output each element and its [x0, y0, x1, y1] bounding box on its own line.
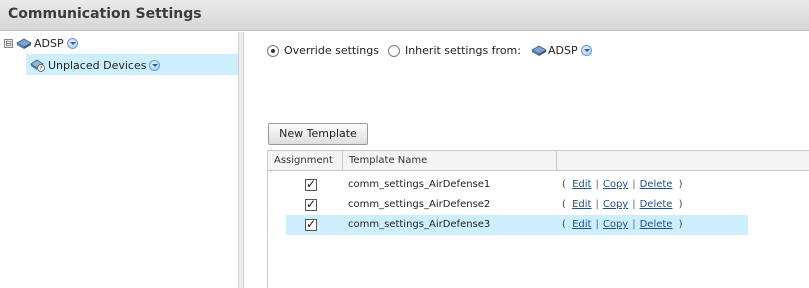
separator: | — [632, 199, 636, 210]
edit-link[interactable]: Edit — [572, 179, 591, 190]
tree-node-label: Unplaced Devices — [48, 58, 147, 72]
unplaced-devices-icon: ? — [30, 59, 45, 72]
row-actions: ( Edit | Copy | Delete ) — [562, 179, 683, 190]
new-template-button[interactable]: New Template — [268, 123, 368, 145]
tree-node-adsp[interactable]: ⊟ ADSP — [4, 37, 78, 50]
inherit-settings-label[interactable]: Inherit settings from: — [405, 44, 521, 57]
template-name: comm_settings_AirDefense3 — [348, 219, 491, 230]
network-device-icon — [16, 38, 32, 49]
network-device-icon — [531, 45, 547, 56]
separator: | — [595, 199, 599, 210]
assignment-checkbox[interactable] — [305, 217, 317, 231]
table-header: Assignment Template Name — [268, 151, 809, 171]
table-row[interactable]: comm_settings_AirDefense1 ( Edit | Copy | De… — [268, 175, 748, 195]
assignment-checkbox[interactable] — [305, 197, 317, 211]
page-title: Communication Settings — [8, 6, 202, 22]
tree-node-label: ADSP — [34, 37, 64, 50]
chevron-down-icon[interactable] — [149, 59, 161, 71]
paren-open: ( — [562, 179, 566, 190]
delete-link[interactable]: Delete — [640, 199, 673, 210]
delete-link[interactable]: Delete — [640, 179, 673, 190]
copy-link[interactable]: Copy — [603, 219, 628, 230]
collapse-icon[interactable]: ⊟ — [4, 39, 13, 48]
paren-close: ) — [678, 219, 683, 230]
paren-open: ( — [562, 199, 566, 210]
separator: | — [632, 179, 636, 190]
table-row[interactable]: comm_settings_AirDefense2 ( Edit | Copy | De… — [268, 195, 748, 215]
column-header-assignment[interactable]: Assignment — [268, 151, 343, 171]
separator: | — [595, 179, 599, 190]
edit-link[interactable]: Edit — [572, 199, 591, 210]
copy-link[interactable]: Copy — [603, 179, 628, 190]
copy-link[interactable]: Copy — [603, 199, 628, 210]
edit-link[interactable]: Edit — [572, 219, 591, 230]
column-header-actions — [557, 151, 809, 171]
template-name: comm_settings_AirDefense2 — [348, 199, 491, 210]
svg-text:?: ? — [40, 66, 43, 72]
row-actions: ( Edit | Copy | Delete ) — [562, 199, 683, 210]
column-header-template-name[interactable]: Template Name — [343, 151, 557, 171]
inherit-settings-radio[interactable] — [387, 44, 400, 57]
chevron-down-icon[interactable] — [66, 38, 78, 49]
panel-splitter[interactable] — [238, 32, 244, 288]
separator: | — [632, 219, 636, 230]
paren-close: ) — [678, 199, 683, 210]
delete-link[interactable]: Delete — [640, 219, 673, 230]
tree-node-unplaced-devices[interactable]: ? Unplaced Devices — [30, 58, 161, 72]
override-settings-radio[interactable] — [267, 44, 279, 57]
paren-open: ( — [562, 219, 566, 230]
title-bar: Communication Settings — [0, 0, 809, 31]
row-actions: ( Edit | Copy | Delete ) — [562, 219, 683, 230]
separator: | — [595, 219, 599, 230]
table-row[interactable]: comm_settings_AirDefense3 ( Edit | Copy | De… — [286, 215, 748, 235]
template-table: Assignment Template Name comm_settings_A… — [267, 150, 809, 288]
override-settings-label[interactable]: Override settings — [284, 44, 379, 57]
main-panel: Override settings Inherit settings from:… — [245, 32, 809, 288]
assignment-checkbox[interactable] — [305, 177, 317, 191]
template-name: comm_settings_AirDefense1 — [348, 179, 491, 190]
chevron-down-icon[interactable] — [580, 45, 592, 56]
inherit-source-label: ADSP — [547, 44, 578, 57]
paren-close: ) — [678, 179, 683, 190]
settings-mode-group: Override settings Inherit settings from:… — [267, 44, 592, 57]
